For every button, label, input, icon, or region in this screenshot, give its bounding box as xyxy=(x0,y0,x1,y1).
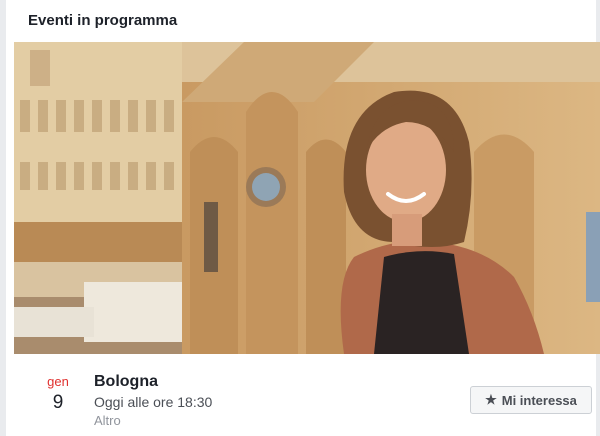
section-title: Eventi in programma xyxy=(28,11,178,29)
event-day: 9 xyxy=(52,392,64,413)
star-icon: ★ xyxy=(485,392,497,407)
event-cover-photo[interactable] xyxy=(14,42,600,354)
event-info: Bologna Oggi alle ore 18:30 Altro xyxy=(94,372,212,430)
event-month: gen xyxy=(47,374,69,389)
event-card: Eventi in programma gen 9 Bologna Oggi a… xyxy=(0,0,600,436)
interested-button-label: Mi interessa xyxy=(501,392,577,408)
event-title[interactable]: Bologna xyxy=(94,372,212,392)
event-category: Altro xyxy=(94,413,121,428)
event-date: gen 9 xyxy=(38,374,78,416)
event-time: Oggi alle ore 18:30 xyxy=(94,394,213,410)
section-header: Eventi in programma xyxy=(14,0,594,40)
interested-button[interactable]: ★ Mi interessa xyxy=(470,386,592,414)
event-footer: gen 9 Bologna Oggi alle ore 18:30 Altro … xyxy=(14,362,600,436)
